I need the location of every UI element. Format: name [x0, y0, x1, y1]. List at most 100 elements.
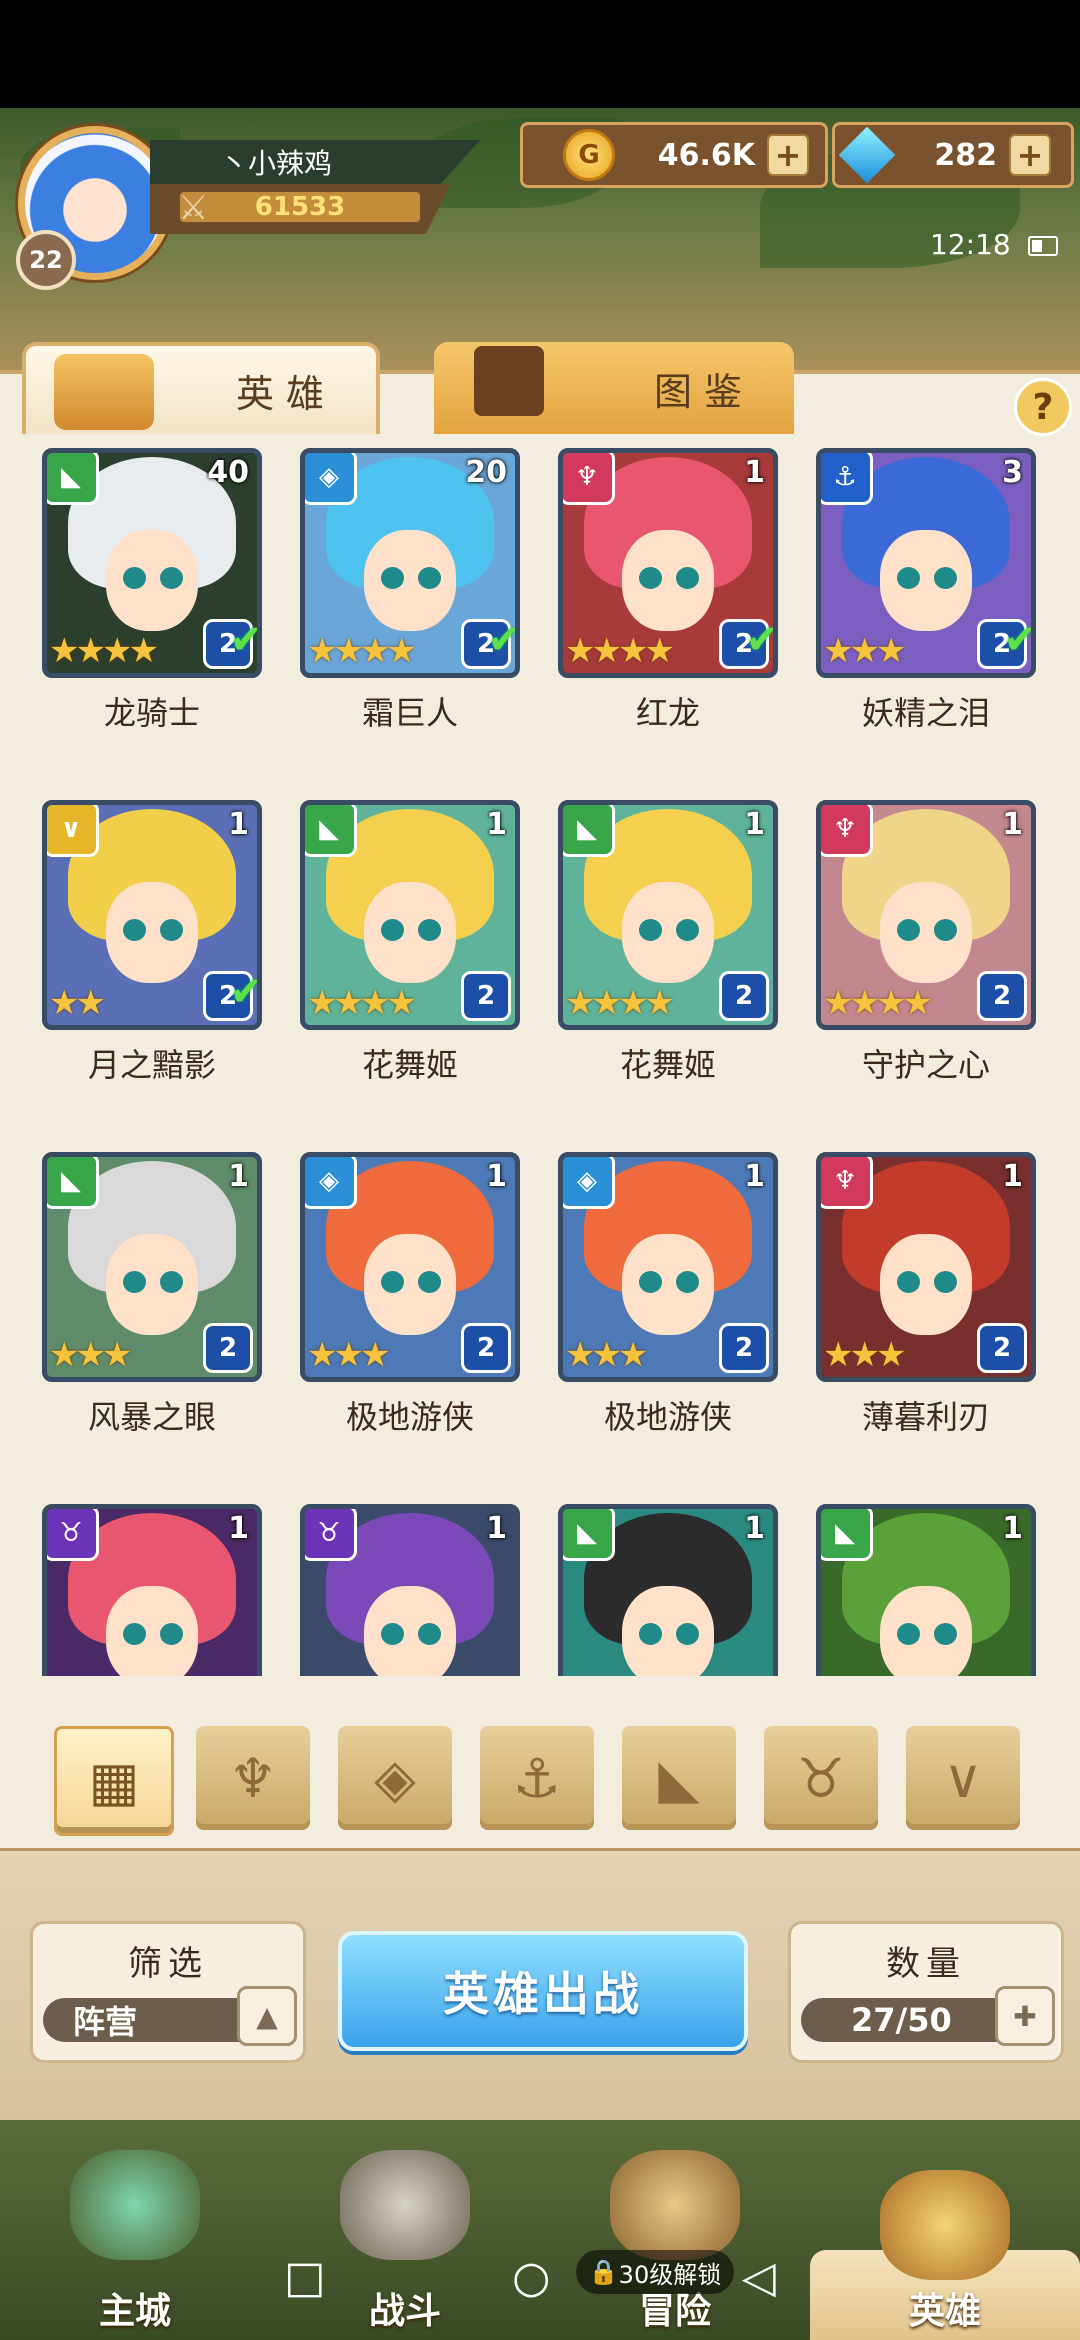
system-home-icon[interactable]: ○ [512, 2252, 550, 2303]
add-gold-button[interactable]: + [767, 134, 809, 176]
hero-stars: ★★★ [49, 1335, 132, 1375]
system-recent-icon[interactable]: □ [284, 2252, 326, 2303]
hero-name: 红龙 [635, 694, 700, 732]
hero-card[interactable]: ♆ 1 ★★★ 2 [816, 1152, 1036, 1382]
hero-stars: ★★★★ [307, 983, 417, 1023]
hero-stars: ★★★ [565, 1335, 648, 1375]
hero-level: 1 [1002, 1511, 1023, 1546]
water-faction-icon[interactable]: ◈ [338, 1726, 452, 1830]
hero-stars: ★★★★ [823, 983, 933, 1023]
hero-level: 1 [1002, 807, 1023, 842]
hero-grid: ◣ 40 ★★★★ 2 ✔ 龙骑士 ◈ 20 ★★★★ 2 ✔ 霜巨人 ♆ 1 ★★★★ 2 ✔ 红龙 ⚓ 3 ★★★ 2… [0, 436, 1080, 1676]
hero-card[interactable]: ♉ 1 [300, 1504, 520, 1676]
hero-level: 1 [744, 455, 765, 490]
hero-card[interactable]: ◣ 1 ★★★★ 2 [558, 800, 778, 1030]
hero-stars: ★★★★ [49, 631, 159, 671]
add-slot-button[interactable]: ✚ [995, 1986, 1055, 2046]
beast-faction-icon[interactable]: ◣ [622, 1726, 736, 1830]
nav-main-city[interactable]: 主城 [0, 2150, 270, 2340]
hero-card[interactable]: ◣ 40 ★★★★ 2 ✔ [42, 448, 262, 678]
lock-tag: 🔒 30级解锁 [576, 2250, 734, 2294]
hero-card[interactable]: ◣ 1 ★★★ 2 [42, 1152, 262, 1382]
fire-faction-icon[interactable]: ♆ [196, 1726, 310, 1830]
all-grid-icon[interactable]: ▦ [54, 1726, 174, 1836]
filter-title: 筛选 [128, 1944, 208, 1984]
hero-name: 薄暮利刃 [861, 1398, 990, 1436]
chevron-up-icon[interactable]: ▲ [237, 1986, 297, 2046]
hero-name: 极地游侠 [345, 1398, 474, 1436]
hero-level: 20 [465, 455, 507, 490]
tab-heroes-label: 英雄 [235, 371, 336, 416]
help-button[interactable]: ? [1014, 378, 1072, 436]
battery-icon [1028, 236, 1058, 256]
deployed-check-icon: ✔ [1003, 617, 1036, 663]
hero-stars: ★★★★ [565, 631, 675, 671]
hero-rank-badge: 2 [977, 1323, 1027, 1373]
beast-faction-icon: ◣ [821, 1509, 873, 1561]
hero-card[interactable]: ◣ 1 ★★★★ 2 [300, 800, 520, 1030]
bottom-panel: 筛选 阵营 ▲ 英雄出战 数量 27/50 ✚ [0, 1848, 1080, 2123]
light-faction-icon[interactable]: ∨ [906, 1726, 1020, 1830]
hero-card[interactable]: ⚓ 3 ★★★ 2 ✔ [816, 448, 1036, 678]
deployed-check-icon: ✔ [487, 617, 520, 663]
water-faction-icon: ◈ [305, 453, 357, 505]
hero-card[interactable]: ◣ 1 [816, 1504, 1036, 1676]
dark-faction-icon[interactable]: ♉ [764, 1726, 878, 1830]
player-level-badge: 22 [16, 230, 76, 290]
gold-value: 46.6K [657, 137, 755, 173]
hero-level: 1 [486, 1159, 507, 1194]
hero-card[interactable]: ♆ 1 ★★★★ 2 ✔ [558, 448, 778, 678]
hero-rank-badge: 2 [461, 1323, 511, 1373]
nav-main-city-label: 主城 [98, 2291, 171, 2332]
deploy-heroes-button[interactable]: 英雄出战 [338, 1931, 748, 2051]
hero-name: 月之黯影 [87, 1046, 216, 1084]
hero-name: 花舞姬 [619, 1046, 716, 1084]
hero-card[interactable]: ◈ 20 ★★★★ 2 ✔ [300, 448, 520, 678]
tab-heroes[interactable]: 英雄 [22, 342, 380, 434]
hero-level: 1 [744, 1159, 765, 1194]
hero-card[interactable]: ♆ 1 ★★★★ 2 [816, 800, 1036, 1030]
gem-value: 282 [934, 137, 997, 173]
hero-card[interactable]: ♉ 1 [42, 1504, 262, 1676]
castle-icon [70, 2150, 200, 2260]
beast-faction-icon: ◣ [47, 1157, 99, 1209]
filter-box: 筛选 阵营 ▲ [30, 1921, 306, 2063]
hero-card[interactable]: ◣ 1 [558, 1504, 778, 1676]
hero-card[interactable]: ◈ 1 ★★★ 2 [300, 1152, 520, 1382]
hero-name: 霜巨人 [361, 694, 458, 732]
beast-faction-icon: ◣ [47, 453, 99, 505]
anchor-faction-icon[interactable]: ⚓ [480, 1726, 594, 1830]
gold-display: G 46.6K + [520, 122, 828, 188]
nav-heroes[interactable]: 英雄 [810, 2170, 1080, 2340]
gold-coin-icon: G [563, 129, 615, 181]
player-name: 丶小辣鸡 [150, 140, 480, 184]
hero-rank-badge: 2 [461, 971, 511, 1021]
hero-name: 花舞姬 [361, 1046, 458, 1084]
beast-faction-icon: ◣ [305, 805, 357, 857]
hero-level: 1 [486, 1511, 507, 1546]
hero-level: 1 [744, 1511, 765, 1546]
hero-card[interactable]: ◈ 1 ★★★ 2 [558, 1152, 778, 1382]
hero-rank-badge: 2 [203, 1323, 253, 1373]
fire-faction-icon: ♆ [821, 805, 873, 857]
dark-faction-icon: ♉ [47, 1509, 99, 1561]
bottom-nav: 主城 战斗 冒险 英雄 [0, 2120, 1080, 2340]
tab-codex-label: 图鉴 [653, 369, 754, 414]
hero-level: 40 [207, 455, 249, 490]
hero-rank-badge: 2 [977, 971, 1027, 1021]
tab-codex[interactable]: 图鉴 [434, 342, 794, 434]
hero-card[interactable]: ∨ 1 ★★ 2 ✔ [42, 800, 262, 1030]
system-back-icon[interactable]: ◁ [742, 2252, 776, 2303]
hero-level: 1 [228, 1159, 249, 1194]
hero-name: 风暴之眼 [87, 1398, 216, 1436]
hero-stars: ★★ [49, 983, 106, 1023]
hero-stars: ★★★ [823, 631, 906, 671]
clock: 12:18 [930, 228, 1011, 261]
add-gem-button[interactable]: + [1009, 134, 1051, 176]
adventure-icon [610, 2150, 740, 2260]
hero-level: 1 [486, 807, 507, 842]
hero-stars: ★★★ [307, 1335, 390, 1375]
hero-name: 龙骑士 [103, 694, 200, 732]
fire-faction-icon: ♆ [821, 1157, 873, 1209]
hero-name: 守护之心 [861, 1046, 990, 1084]
